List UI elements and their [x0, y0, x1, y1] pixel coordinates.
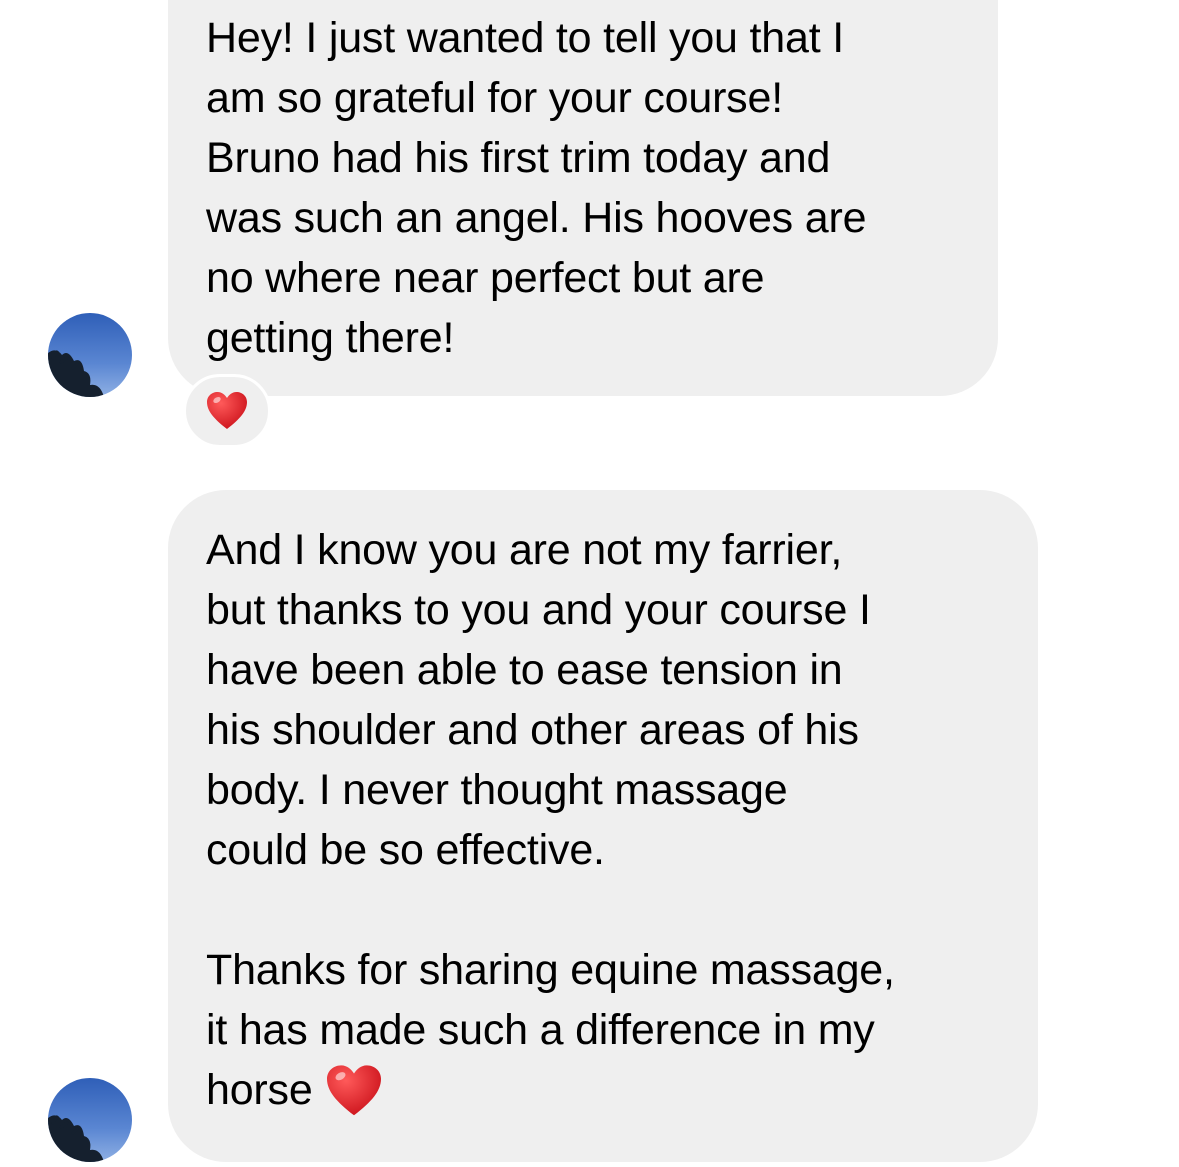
- avatar-image: [48, 1078, 132, 1162]
- message-paragraph-text: Thanks for sharing equine massage, it ha…: [206, 946, 895, 1114]
- message-paragraph: Thanks for sharing equine massage, it ha…: [206, 940, 1038, 1120]
- message-text: Hey! I just wanted to tell you that I am…: [206, 14, 867, 362]
- reaction-badge[interactable]: [183, 374, 271, 448]
- avatar[interactable]: [48, 1078, 132, 1162]
- message-paragraph: And I know you are not my farrier, but t…: [206, 526, 871, 874]
- avatar[interactable]: [48, 313, 132, 397]
- message-bubble[interactable]: And I know you are not my farrier, but t…: [168, 490, 1038, 1162]
- heart-icon: [326, 1065, 381, 1116]
- message-bubble[interactable]: Hey! I just wanted to tell you that I am…: [168, 0, 998, 396]
- avatar-image: [48, 313, 132, 397]
- heart-icon: [207, 392, 247, 429]
